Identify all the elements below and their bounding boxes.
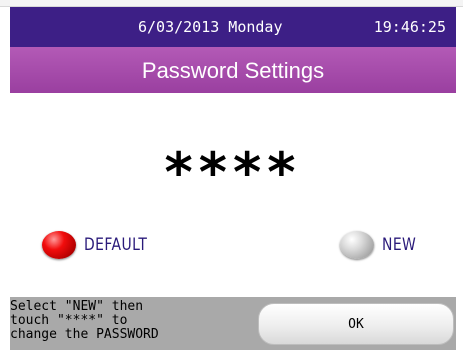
status-bar: 6/03/2013 Monday 19:46:25 xyxy=(10,7,456,47)
screen: 6/03/2013 Monday 19:46:25 Password Setti… xyxy=(0,0,463,350)
hint-line-1: Select "NEW" then xyxy=(10,299,144,314)
footer-bar: Select "NEW" then touch "****" to change… xyxy=(10,297,456,350)
new-option-label: NEW xyxy=(382,235,417,255)
hint-text: Select "NEW" then touch "****" to change… xyxy=(10,300,250,342)
selected-indicator-icon xyxy=(42,231,76,259)
default-option-label: DEFAULT xyxy=(84,235,148,255)
password-field[interactable]: **** xyxy=(10,141,456,204)
hint-line-3: change the PASSWORD xyxy=(10,327,159,342)
new-option[interactable]: NEW xyxy=(340,228,424,262)
date-display: 6/03/2013 Monday xyxy=(138,18,283,36)
default-option[interactable]: DEFAULT xyxy=(42,228,161,262)
unselected-indicator-icon xyxy=(340,231,374,259)
top-edge xyxy=(0,0,463,7)
ok-button[interactable]: OK xyxy=(258,303,454,345)
hint-line-2: touch "****" to xyxy=(10,313,128,328)
password-panel: **** DEFAULT NEW xyxy=(10,93,456,297)
page-title: Password Settings xyxy=(10,47,456,93)
clock-display: 19:46:25 xyxy=(373,18,446,36)
